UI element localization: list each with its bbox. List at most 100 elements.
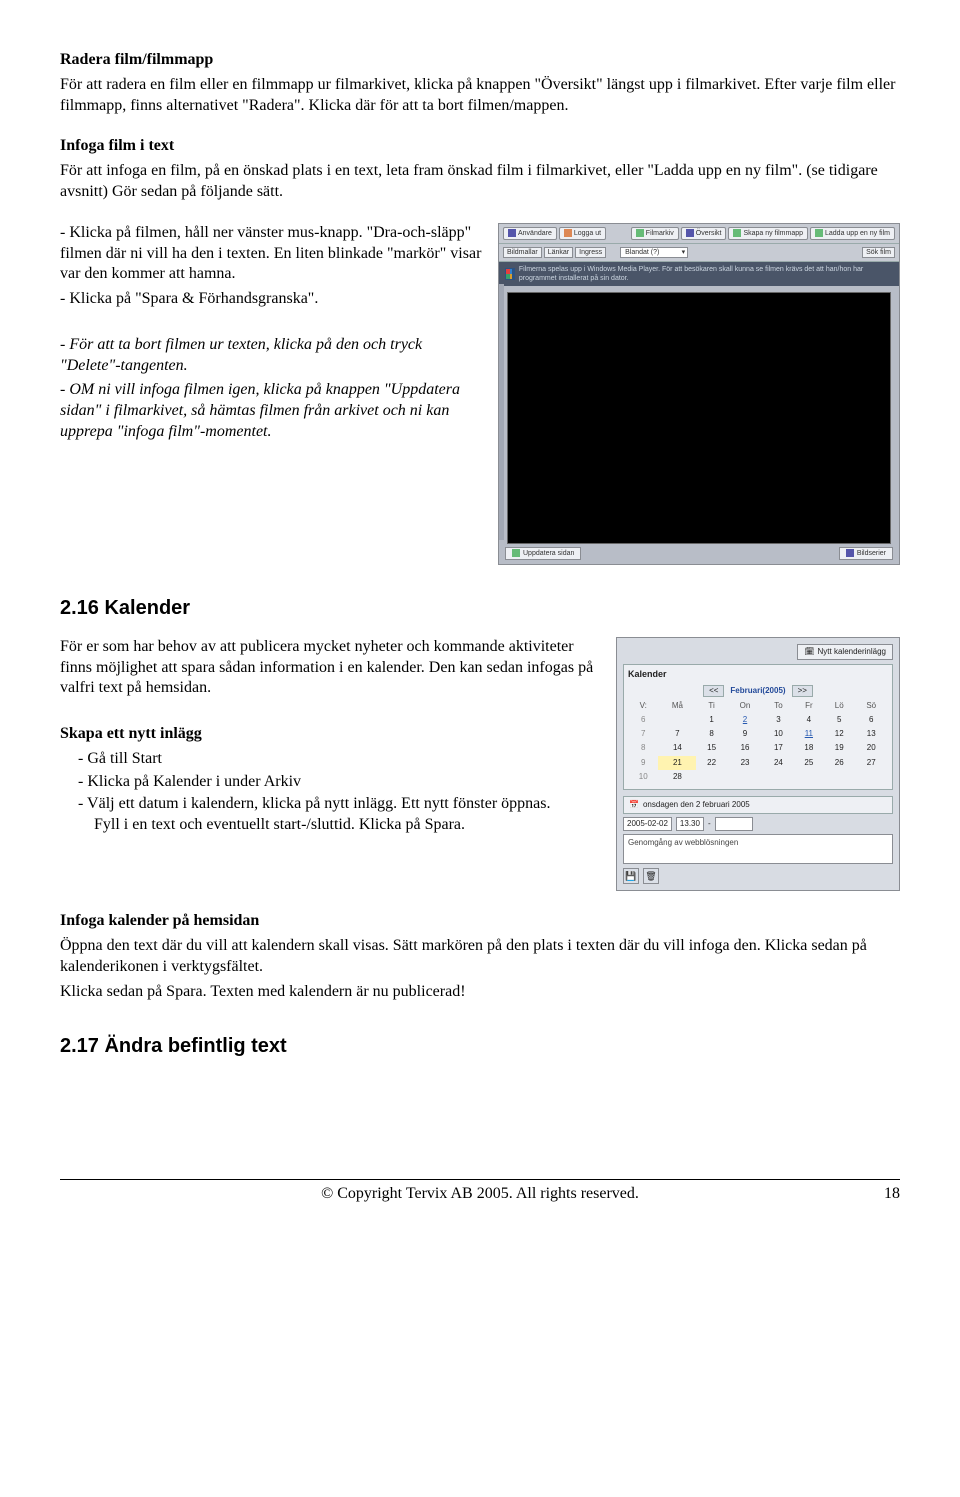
calendar-row: 1028 xyxy=(628,770,888,784)
calendar-cell xyxy=(727,770,763,784)
calendar-cell: 17 xyxy=(763,741,793,755)
para-kalender-intro: För er som har behov av att publicera my… xyxy=(60,637,600,699)
calendar-cell: 13 xyxy=(854,727,888,741)
col-to: To xyxy=(763,700,793,712)
btn-prev-month: << xyxy=(703,685,724,697)
calendar-cell: 3 xyxy=(763,713,793,727)
sidebar-handle xyxy=(499,284,504,540)
calendar-cell: 4 xyxy=(794,713,824,727)
upload-icon xyxy=(815,229,823,237)
calendar-day-icon: 📅 xyxy=(629,800,639,810)
week-number: 6 xyxy=(628,713,658,727)
calendar-cell: 12 xyxy=(824,727,854,741)
li-valj-datum: Välj ett datum i kalendern, klicka på ny… xyxy=(94,794,600,836)
heading-2-16: 2.16 Kalender xyxy=(60,595,900,621)
col-fr: Fr xyxy=(794,700,824,712)
time-dash: - xyxy=(708,819,711,829)
li-ga-start: Gå till Start xyxy=(94,749,600,770)
heading-skapa-inlagg: Skapa ett nytt inlägg xyxy=(60,724,600,745)
btn-next-month: >> xyxy=(792,685,813,697)
video-player-area xyxy=(507,292,891,544)
btn-uppdatera-sidan: Uppdatera sidan xyxy=(505,547,581,560)
btn-anvandare: Användare xyxy=(503,227,557,240)
week-number: 8 xyxy=(628,741,658,755)
para-spara: - Klicka på "Spara & Förhandsgranska". xyxy=(60,289,482,310)
calendar-cell: 22 xyxy=(696,756,726,770)
footer-copyright: © Copyright Tervix AB 2005. All rights r… xyxy=(90,1184,870,1205)
col-on: On xyxy=(727,700,763,712)
calendar-cell xyxy=(763,770,793,784)
input-time-start: 13.30 xyxy=(676,817,704,831)
users-icon xyxy=(508,229,516,237)
calendar-cell: 11 xyxy=(794,727,824,741)
btn-skapa-mapp: Skapa ny filmmapp xyxy=(728,227,808,240)
para-update: - OM ni vill infoga filmen igen, klicka … xyxy=(60,380,482,442)
calendar-cell: 6 xyxy=(854,713,888,727)
calendar-cell xyxy=(824,770,854,784)
save-icon: 💾 xyxy=(623,868,639,884)
calendar-row: 6123456 xyxy=(628,713,888,727)
li-klicka-kalender: Klicka på Kalender i under Arkiv xyxy=(94,772,600,793)
calendar-cell: 18 xyxy=(794,741,824,755)
calendar-cell: 15 xyxy=(696,741,726,755)
calendar-title: Kalender xyxy=(628,669,888,681)
calendar-cell xyxy=(854,770,888,784)
calendar-cell: 14 xyxy=(658,741,696,755)
new-folder-icon xyxy=(733,229,741,237)
calendar-cell: 16 xyxy=(727,741,763,755)
week-number: 9 xyxy=(628,756,658,770)
calendar-cell: 20 xyxy=(854,741,888,755)
calendar-table: V: Må Ti On To Fr Lö Sö 6123456778910111… xyxy=(628,700,888,784)
month-label: Februari(2005) xyxy=(730,686,785,696)
logout-icon xyxy=(564,229,572,237)
col-lo: Lö xyxy=(824,700,854,712)
btn-ingress: Ingress xyxy=(575,247,606,258)
calendar-panel: Kalender << Februari(2005) >> V: Må Ti O… xyxy=(623,664,893,789)
calendar-cell: 5 xyxy=(824,713,854,727)
calendar-cell: 7 xyxy=(658,727,696,741)
col-ti: Ti xyxy=(696,700,726,712)
footer-page-number: 18 xyxy=(870,1184,900,1205)
calendar-row: 814151617181920 xyxy=(628,741,888,755)
gallery-icon xyxy=(846,549,854,557)
btn-filmarkiv: Filmarkiv xyxy=(631,227,679,240)
para-infoga-film: För att infoga en film, på en önskad pla… xyxy=(60,161,900,203)
calendar-cell: 10 xyxy=(763,727,793,741)
calendar-cell: 24 xyxy=(763,756,793,770)
screenshot-kalender: 🗓Nytt kalenderinlägg Kalender << Februar… xyxy=(616,637,900,892)
para-click-film: - Klicka på filmen, håll ner vänster mus… xyxy=(60,223,482,285)
col-ma: Må xyxy=(658,700,696,712)
calendar-cell: 2 xyxy=(727,713,763,727)
screenshot-filmarkiv: Användare Logga ut Filmarkiv Översikt Sk… xyxy=(498,223,900,565)
refresh-icon xyxy=(512,549,520,557)
heading-2-17: 2.17 Ändra befintlig text xyxy=(60,1033,900,1059)
heading-infoga-kalender: Infoga kalender på hemsidan xyxy=(60,911,900,932)
btn-sok-film: Sök film xyxy=(862,247,895,258)
calendar-cell: 27 xyxy=(854,756,888,770)
calendar-cell: 19 xyxy=(824,741,854,755)
input-time-end xyxy=(715,817,753,831)
col-so: Sö xyxy=(854,700,888,712)
week-number: 7 xyxy=(628,727,658,741)
windows-icon xyxy=(505,268,515,280)
btn-ladda-upp: Ladda upp en ny film xyxy=(810,227,895,240)
calendar-new-icon: 🗓 xyxy=(804,647,814,657)
archive-icon xyxy=(636,229,644,237)
btn-bildmallar: Bildmallar xyxy=(503,247,542,258)
btn-lankar: Länkar xyxy=(544,247,573,258)
para-infoga-kalender-2: Klicka sedan på Spara. Texten med kalend… xyxy=(60,982,900,1003)
calendar-cell: 9 xyxy=(727,727,763,741)
select-category: Blandat (?) xyxy=(620,247,688,258)
week-number: 10 xyxy=(628,770,658,784)
btn-oversikt: Översikt xyxy=(681,227,727,240)
col-week: V: xyxy=(628,700,658,712)
calendar-cell: 1 xyxy=(696,713,726,727)
calendar-row: 778910111213 xyxy=(628,727,888,741)
calendar-cell: 26 xyxy=(824,756,854,770)
blue-info-text: Filmerna spelas upp i Windows Media Play… xyxy=(519,265,893,283)
delete-icon: 🗑 xyxy=(643,868,659,884)
page-footer: © Copyright Tervix AB 2005. All rights r… xyxy=(60,1179,900,1205)
calendar-row: 921222324252627 xyxy=(628,756,888,770)
para-infoga-kalender-1: Öppna den text där du vill att kalendern… xyxy=(60,936,900,978)
heading-infoga-film: Infoga film i text xyxy=(60,136,900,157)
